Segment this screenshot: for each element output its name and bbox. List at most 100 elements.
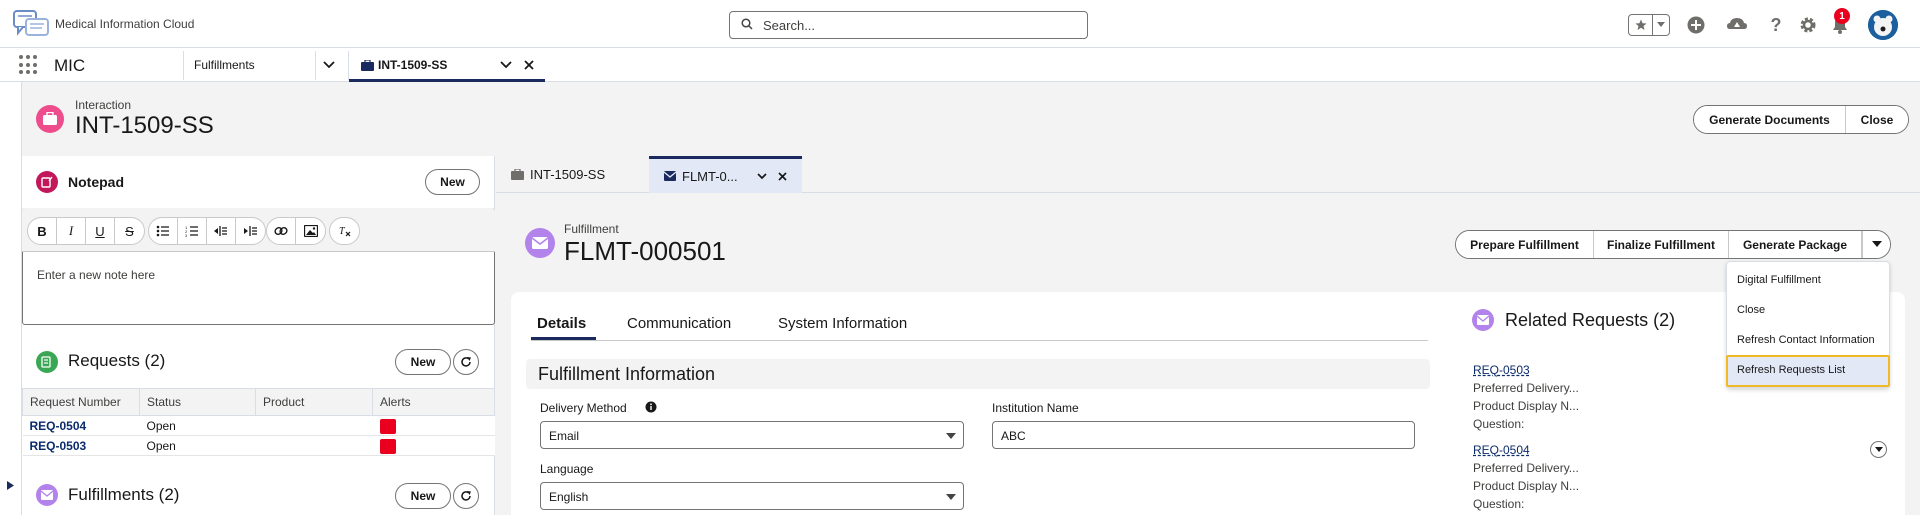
nav-fulfillments-chevron-down-icon[interactable]	[322, 58, 336, 75]
chevron-down-icon	[946, 433, 956, 439]
delivery-method-label: Delivery Method	[540, 401, 627, 415]
language-label: Language	[540, 462, 594, 476]
language-select[interactable]: English	[540, 482, 964, 510]
menu-item-refresh-requests-list[interactable]: Refresh Requests List	[1726, 355, 1890, 387]
alert-flag-icon[interactable]	[379, 438, 396, 454]
workspace-tab-label[interactable]: INT-1509-SS	[378, 58, 447, 72]
related-request-field: Product Display N...	[1473, 399, 1580, 413]
table-row: REQ-0503 Open	[22, 435, 495, 456]
briefcase-icon	[361, 59, 374, 74]
menu-item-label: Refresh Requests List	[1737, 364, 1846, 376]
request-status: Open	[139, 415, 256, 436]
column-header-request-number[interactable]: Request Number	[22, 388, 140, 416]
nav-divider	[315, 51, 316, 80]
global-search[interactable]	[729, 11, 1088, 39]
favorites-group[interactable]	[1628, 14, 1670, 36]
trailhead-icon[interactable]	[1726, 14, 1748, 36]
fulfillment-title: FLMT-000501	[564, 236, 726, 266]
related-request-field: Product Display N...	[1473, 479, 1580, 493]
favorites-chevron-down-icon[interactable]	[1653, 15, 1669, 35]
related-requests-envelope-icon	[1472, 309, 1494, 331]
fulfillments-new-button[interactable]: New	[395, 483, 451, 509]
requests-icon	[36, 351, 58, 373]
subtab-flmt[interactable]: FLMT-0...	[649, 156, 802, 193]
finalize-fulfillment-button[interactable]: Finalize Fulfillment	[1594, 231, 1729, 258]
column-header-product[interactable]: Product	[255, 388, 373, 416]
generate-documents-button[interactable]: Generate Documents	[1694, 106, 1846, 133]
requests-table: Request Number Status Product Alerts REQ…	[22, 388, 495, 456]
bold-icon[interactable]: B	[28, 218, 57, 244]
bulleted-list-icon[interactable]	[149, 218, 178, 244]
menu-item-digital-fulfillment[interactable]: Digital Fulfillment	[1737, 274, 1821, 286]
briefcase-icon	[511, 169, 524, 180]
column-header-alerts[interactable]: Alerts	[372, 388, 495, 416]
institution-name-label: Institution Name	[992, 401, 1079, 415]
subtab-chevron-down-icon[interactable]	[756, 170, 768, 182]
alert-flag-icon[interactable]	[379, 418, 396, 434]
app-launcher-icon[interactable]	[19, 55, 39, 75]
related-request-link[interactable]: REQ-0503	[1473, 363, 1530, 377]
indent-icon[interactable]	[236, 218, 265, 244]
active-tab-indicator	[531, 337, 596, 340]
list-format-group: 123	[148, 217, 266, 245]
search-icon	[741, 18, 753, 33]
notepad-new-button[interactable]: New	[425, 169, 480, 195]
subtab-int-1509-ss[interactable]: INT-1509-SS	[511, 156, 641, 193]
outdent-icon[interactable]	[207, 218, 236, 244]
subtab-close-icon[interactable]	[777, 171, 788, 182]
clear-formatting-icon[interactable]: T	[330, 218, 359, 244]
subtab-label: FLMT-0...	[682, 168, 738, 184]
related-request-field: Question:	[1473, 417, 1525, 431]
favorites-star-icon[interactable]	[1629, 15, 1653, 35]
global-add-icon[interactable]	[1685, 14, 1707, 36]
app-brand-name: Medical Information Cloud	[55, 17, 195, 31]
fulfillments-refresh-icon[interactable]	[453, 483, 479, 509]
numbered-list-icon[interactable]: 123	[178, 218, 207, 244]
workspace-tab-chevron-down-icon[interactable]	[499, 58, 513, 75]
workspace-tab-close-icon[interactable]	[523, 59, 535, 74]
requests-refresh-icon[interactable]	[453, 349, 479, 375]
nav-item-fulfillments[interactable]: Fulfillments	[194, 58, 255, 72]
notification-count-badge: 1	[1834, 8, 1850, 24]
close-interaction-button[interactable]: Close	[1846, 106, 1908, 133]
language-value: English	[549, 490, 589, 504]
tab-details[interactable]: Details	[537, 315, 586, 332]
record-title: INT-1509-SS	[75, 112, 214, 139]
user-avatar[interactable]	[1868, 10, 1898, 40]
fulfillments-title: Fulfillments (2)	[68, 485, 180, 504]
requests-new-button[interactable]: New	[395, 349, 451, 375]
image-icon[interactable]	[296, 218, 325, 244]
subtab-label: INT-1509-SS	[530, 167, 606, 182]
utility-rail	[0, 82, 22, 515]
delivery-method-select[interactable]: Email	[540, 421, 964, 449]
expand-rail-caret-icon[interactable]	[7, 478, 14, 493]
tab-communication[interactable]: Communication	[627, 315, 731, 332]
link-icon[interactable]	[267, 218, 296, 244]
setup-gear-icon[interactable]	[1797, 14, 1819, 36]
related-request-menu-chevron-icon[interactable]	[1870, 441, 1887, 458]
tab-system-information[interactable]: System Information	[778, 315, 907, 332]
info-icon[interactable]	[645, 401, 657, 416]
search-input[interactable]	[763, 16, 1063, 34]
more-actions-dropdown-button[interactable]	[1862, 231, 1890, 258]
related-request-link[interactable]: REQ-0504	[1473, 443, 1530, 457]
insert-group	[266, 217, 326, 245]
mic-logo-icon[interactable]	[12, 9, 52, 41]
request-link[interactable]: REQ-0503	[30, 439, 87, 453]
notepad-title: Notepad	[68, 174, 124, 190]
request-link[interactable]: REQ-0504	[30, 419, 87, 433]
app-name: MIC	[54, 56, 86, 75]
interaction-record-icon	[36, 105, 64, 133]
svg-text:T: T	[339, 226, 346, 237]
menu-item-close[interactable]: Close	[1737, 304, 1765, 316]
underline-icon[interactable]: U	[86, 218, 115, 244]
generate-package-button[interactable]: Generate Package	[1729, 231, 1862, 258]
strikethrough-icon[interactable]: S	[115, 218, 144, 244]
column-header-status[interactable]: Status	[139, 388, 256, 416]
menu-item-refresh-contact-information[interactable]: Refresh Contact Information	[1737, 334, 1875, 346]
table-row: REQ-0504 Open	[22, 415, 495, 436]
prepare-fulfillment-button[interactable]: Prepare Fulfillment	[1456, 231, 1594, 258]
help-icon[interactable]: ?	[1765, 14, 1787, 36]
italic-icon[interactable]: I	[57, 218, 86, 244]
institution-name-field[interactable]: ABC	[992, 421, 1415, 449]
